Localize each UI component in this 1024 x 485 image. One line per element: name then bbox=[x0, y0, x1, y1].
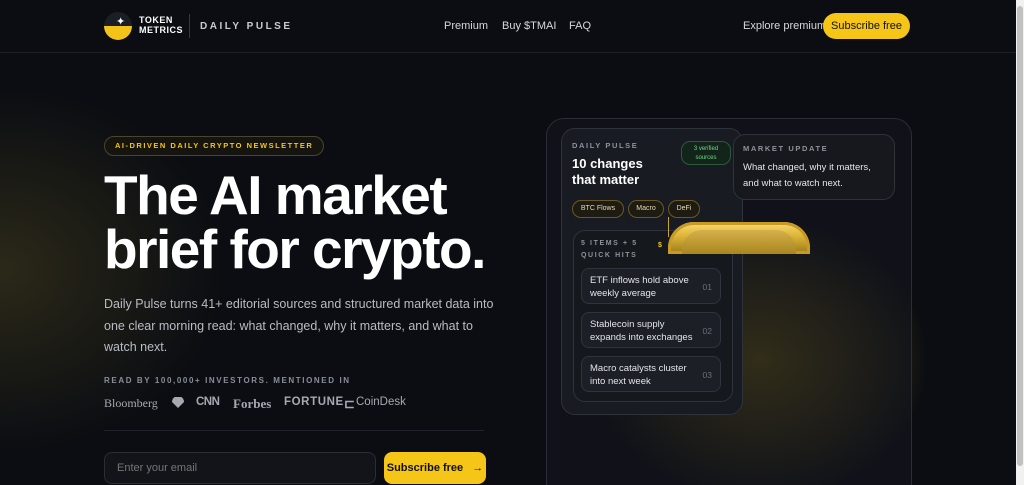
nav-faq[interactable]: FAQ bbox=[569, 20, 591, 32]
market-update-text: What changed, why it matters, and what t… bbox=[743, 162, 871, 189]
hero-subtitle: Daily Pulse turns 41+ editorial sources … bbox=[104, 297, 494, 354]
nbc-peacock-icon bbox=[172, 397, 184, 408]
tag-macro[interactable]: Macro bbox=[628, 200, 664, 218]
card-title-line-1: 10 changes bbox=[572, 156, 643, 171]
brand-line-1: TOKEN bbox=[139, 15, 173, 25]
item-text: ETF inflows hold above weekly average bbox=[590, 275, 689, 299]
hero-subscribe-label: Subscribe free bbox=[386, 462, 464, 474]
verified-sources-badge: 3 verified sources bbox=[681, 141, 731, 165]
brand-name[interactable]: TOKEN METRICS bbox=[139, 15, 183, 35]
item-text: Stablecoin supply expands into exchanges bbox=[590, 319, 693, 343]
email-input[interactable] bbox=[104, 452, 376, 484]
card-title: 10 changes that matter bbox=[572, 156, 643, 188]
arrow-right-icon: → bbox=[472, 462, 484, 474]
token-metrics-logo-icon[interactable]: ✦ bbox=[104, 12, 132, 40]
fortune-logo: FORTUNE bbox=[284, 396, 344, 408]
list-item[interactable]: ETF inflows hold above weekly average 01 bbox=[581, 268, 721, 304]
item-text: Macro catalysts cluster into next week bbox=[590, 363, 687, 387]
tag-btc-flows[interactable]: BTC Flows bbox=[572, 200, 624, 218]
nav-premium[interactable]: Premium bbox=[444, 20, 488, 32]
list-item[interactable]: Stablecoin supply expands into exchanges… bbox=[581, 312, 721, 348]
items-label-line-1: 5 ITEMS + 5 bbox=[581, 240, 638, 247]
gold-dollar-icon: $ bbox=[658, 242, 662, 249]
brand-line-2: METRICS bbox=[139, 25, 183, 35]
forbes-logo: Forbes bbox=[233, 396, 272, 411]
explore-premium-link[interactable]: Explore premium bbox=[743, 20, 826, 32]
tag-defi[interactable]: DeFi bbox=[668, 200, 700, 218]
hero-title: The AI market brief for crypto. bbox=[104, 164, 524, 280]
hero-separator bbox=[104, 430, 484, 431]
card-title-line-2: that matter bbox=[572, 172, 640, 187]
list-item[interactable]: Macro catalysts cluster into next week 0… bbox=[581, 356, 721, 392]
item-number: 03 bbox=[702, 370, 712, 380]
nav-buy-tmai[interactable]: Buy $TMAI bbox=[502, 20, 556, 32]
verified-line-1: 3 verified bbox=[693, 146, 719, 152]
card-label: DAILY PULSE bbox=[572, 141, 639, 150]
item-number: 02 bbox=[702, 326, 712, 336]
header-divider bbox=[189, 14, 190, 38]
verified-line-2: sources bbox=[695, 155, 717, 161]
cnn-logo: CNN bbox=[196, 396, 220, 408]
items-label: 5 ITEMS + 5 QUICK HITS bbox=[581, 238, 638, 262]
hero-title-line-1: The AI market bbox=[104, 164, 448, 226]
hero-tagline-pill: AI-DRIVEN DAILY CRYPTO NEWSLETTER bbox=[104, 136, 325, 156]
page-scrollbar[interactable] bbox=[1016, 0, 1024, 485]
site-header: ✦ TOKEN METRICS DAILY PULSE Premium Buy … bbox=[0, 0, 1016, 53]
scrollbar-thumb[interactable] bbox=[1017, 6, 1023, 466]
hero-title-line-2: brief for crypto. bbox=[104, 218, 486, 280]
header-subscribe-button[interactable]: Subscribe free bbox=[823, 13, 910, 39]
read-by-label: READ BY 100,000+ INVESTORS. MENTIONED IN bbox=[104, 376, 351, 385]
bloomberg-logo: Bloomberg bbox=[104, 396, 158, 410]
page: ✦ TOKEN METRICS DAILY PULSE Premium Buy … bbox=[0, 0, 1016, 485]
coindesk-icon: ⊏ bbox=[344, 396, 355, 411]
hero-subscribe-button[interactable]: Subscribe free → bbox=[384, 452, 486, 484]
gold-coin-stack-illustration bbox=[668, 222, 810, 254]
market-update-label: MARKET UPDATE bbox=[743, 144, 829, 153]
coindesk-logo: CoinDesk bbox=[356, 396, 406, 408]
product-name: DAILY PULSE bbox=[200, 21, 293, 32]
item-number: 01 bbox=[702, 282, 712, 292]
gold-connector-line bbox=[668, 217, 669, 237]
items-label-line-2: QUICK HITS bbox=[581, 252, 638, 259]
